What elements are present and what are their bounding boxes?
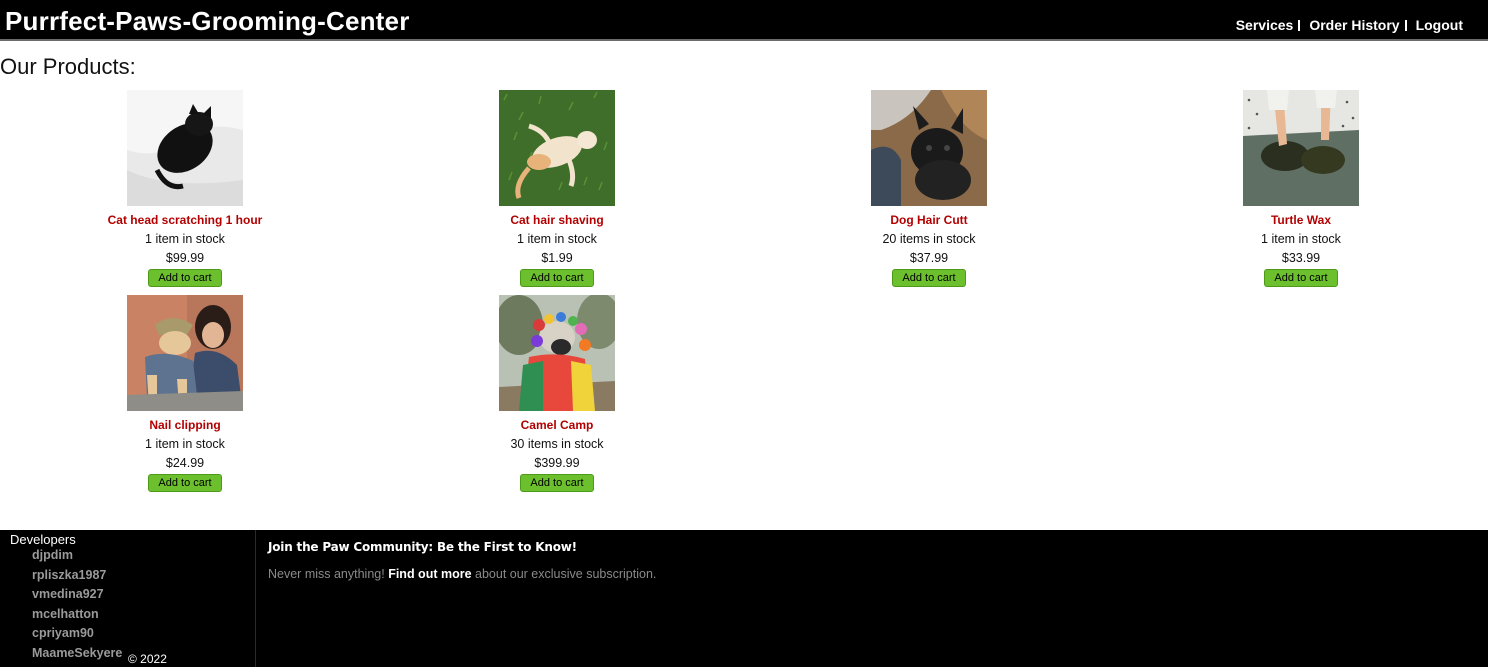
product-stock: 1 item in stock [145,232,225,246]
copyright: © 2022 [128,652,167,666]
product-price: $1.99 [541,251,573,265]
product-name[interactable]: Dog Hair Cutt [799,212,1059,228]
add-to-cart-button[interactable]: Add to cart [520,269,594,287]
product-image[interactable] [1243,90,1359,206]
developer-name[interactable]: cpriyam90 [32,624,122,644]
developers-section: Developers djpdim rpliszka1987 vmedina92… [0,530,256,667]
developer-name[interactable]: mcelhatton [32,605,122,625]
newsletter-suffix: about our exclusive subscription. [475,567,657,581]
product-card: Dog Hair Cutt 20 items in stock $37.99 A… [799,90,1059,287]
newsletter-prefix: Never miss anything! [268,567,385,581]
developers-list: djpdim rpliszka1987 vmedina927 mcelhatto… [32,546,122,663]
developer-name[interactable]: MaameSekyere [32,644,122,664]
developer-name[interactable]: rpliszka1987 [32,566,122,586]
product-image[interactable] [127,295,243,411]
nav-order-history-link[interactable]: Order History [1309,17,1399,33]
developers-title: Developers [10,532,76,547]
product-stock: 1 item in stock [517,232,597,246]
nav-separator [1404,19,1407,31]
main-nav: Services Order History Logout [1236,17,1463,33]
product-name[interactable]: Cat hair shaving [427,212,687,228]
products-heading: Our Products: [0,54,136,79]
product-card: Camel Camp 30 items in stock $399.99 Add… [427,295,687,492]
add-to-cart-button[interactable]: Add to cart [148,474,222,492]
product-card: Nail clipping 1 item in stock $24.99 Add… [55,295,315,492]
product-name[interactable]: Turtle Wax [1171,212,1431,228]
product-stock: 20 items in stock [882,232,976,246]
newsletter-text: Never miss anything! Find out more about… [268,567,656,581]
add-to-cart-button[interactable]: Add to cart [520,474,594,492]
product-price: $33.99 [1281,251,1321,265]
product-image[interactable] [871,90,987,206]
newsletter-title: Join the Paw Community: Be the First to … [268,540,577,554]
turtles-photo [1243,90,1359,206]
product-price: $37.99 [909,251,949,265]
product-stock: 1 item in stock [145,437,225,451]
add-to-cart-button[interactable]: Add to cart [148,269,222,287]
nav-logout-link[interactable]: Logout [1416,17,1463,33]
developer-name[interactable]: djpdim [32,546,122,566]
product-card: Turtle Wax 1 item in stock $33.99 Add to… [1171,90,1431,287]
product-stock: 1 item in stock [1261,232,1341,246]
site-header: Purrfect-Paws-Grooming-Center Services O… [0,0,1488,41]
product-price: $399.99 [534,456,580,470]
product-name[interactable]: Camel Camp [427,417,687,433]
cat-on-grass-photo [499,90,615,206]
site-title[interactable]: Purrfect-Paws-Grooming-Center [5,6,410,37]
find-out-more-link[interactable]: Find out more [388,567,471,581]
french-bulldog-photo [871,90,987,206]
developer-name[interactable]: vmedina927 [32,585,122,605]
nav-separator [1298,19,1301,31]
llama-with-pompoms-photo [499,295,615,411]
product-image[interactable] [127,90,243,206]
newsletter-section: Join the Paw Community: Be the First to … [268,540,656,581]
product-name[interactable]: Nail clipping [55,417,315,433]
product-card: Cat hair shaving 1 item in stock $1.99 A… [427,90,687,287]
dog-with-woman-photo [127,295,243,411]
site-footer: Developers djpdim rpliszka1987 vmedina92… [0,530,1488,667]
product-stock: 30 items in stock [510,437,604,451]
black-cat-photo [127,90,243,206]
product-price: $99.99 [165,251,205,265]
nav-services-link[interactable]: Services [1236,17,1294,33]
product-price: $24.99 [165,456,205,470]
product-card: Cat head scratching 1 hour 1 item in sto… [55,90,315,287]
product-image[interactable] [499,295,615,411]
add-to-cart-button[interactable]: Add to cart [892,269,966,287]
product-name[interactable]: Cat head scratching 1 hour [55,212,315,228]
add-to-cart-button[interactable]: Add to cart [1264,269,1338,287]
product-image[interactable] [499,90,615,206]
